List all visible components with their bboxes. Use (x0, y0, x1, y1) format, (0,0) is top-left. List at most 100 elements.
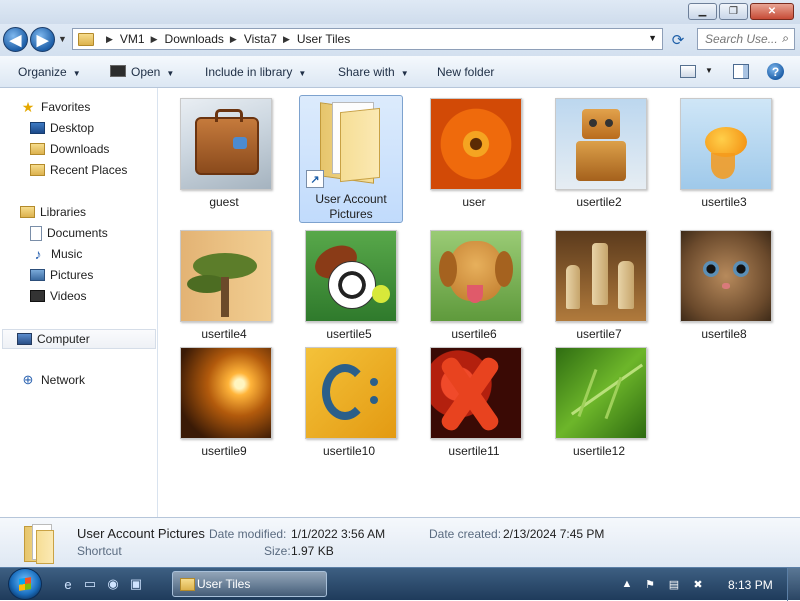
date-modified-label: Date modified: (209, 527, 287, 541)
open-button[interactable]: Open ▼ (110, 65, 174, 79)
date-created-value: 2/13/2024 7:45 PM (503, 527, 605, 541)
file-name: user (462, 195, 486, 209)
breadcrumb-vm1[interactable]: VM1 (120, 32, 145, 46)
organize-button[interactable]: Organize ▼ (18, 65, 81, 79)
search-input[interactable]: Search Use... ⌕ (697, 28, 795, 50)
recent-pages-dropdown[interactable]: ▼ (58, 34, 67, 44)
nav-recent-places[interactable]: Recent Places (30, 161, 127, 179)
shortcut-arrow-icon: ↗ (306, 170, 324, 188)
command-bar: Organize ▼ Open ▼ Include in library ▼ Shar… (0, 56, 800, 88)
chevron-right-icon[interactable]: ▶ (283, 34, 290, 45)
date-modified-value: 1/1/2022 3:56 AM (291, 527, 386, 541)
share-with-label: Share with (338, 65, 395, 79)
pictures-icon (30, 269, 45, 281)
nav-music[interactable]: ♪ Music (30, 245, 83, 263)
change-view-icon[interactable] (680, 65, 696, 78)
minimize-button[interactable]: ▁ (688, 3, 717, 20)
show-desktop-button[interactable] (787, 568, 800, 601)
usertile2-thumbnail (555, 98, 647, 190)
nav-label: Documents (47, 226, 108, 240)
open-label: Open (131, 65, 161, 79)
taskbar-clock[interactable]: 8:13 PM (728, 578, 773, 592)
file-name: usertile8 (701, 327, 747, 341)
internet-explorer-icon[interactable]: e (60, 576, 76, 592)
nav-label: Videos (50, 289, 87, 303)
new-folder-button[interactable]: New folder (437, 65, 494, 79)
chevron-right-icon[interactable]: ▶ (106, 34, 113, 45)
media-player-icon[interactable]: ◉ (105, 576, 121, 592)
start-button[interactable] (8, 568, 42, 600)
preview-pane-icon[interactable] (733, 64, 749, 79)
organize-label: Organize (18, 65, 67, 79)
file-item-selected[interactable]: ↗ User Account Pictures (299, 95, 403, 223)
nav-computer[interactable]: Computer (2, 329, 156, 349)
back-button[interactable]: ◀ (3, 27, 28, 52)
chevron-down-icon: ▼ (298, 69, 307, 78)
show-desktop-icon[interactable]: ▭ (82, 576, 98, 592)
volume-muted-icon[interactable]: ✖ (691, 577, 705, 591)
navigation-pane: ★ Favorites Desktop Downloads Recent Pla… (0, 88, 158, 517)
music-icon: ♪ (34, 246, 42, 262)
include-in-library-button[interactable]: Include in library ▼ (205, 65, 306, 79)
file-name: usertile2 (576, 195, 622, 209)
nav-pictures[interactable]: Pictures (30, 266, 93, 284)
nav-label: Recent Places (50, 163, 128, 177)
maximize-button[interactable]: ❐ (719, 3, 748, 20)
size-label: Size: (264, 544, 291, 558)
usertile10-thumbnail (305, 347, 397, 439)
new-folder-label: New folder (437, 65, 495, 79)
nav-downloads[interactable]: Downloads (30, 140, 109, 158)
usertile5-thumbnail (305, 230, 397, 322)
nav-label: Favorites (41, 100, 91, 114)
arrow-left-icon: ◀ (9, 31, 22, 49)
help-icon[interactable]: ? (767, 63, 784, 80)
videos-icon (30, 290, 45, 302)
show-hidden-icons[interactable]: ▲ (620, 577, 634, 591)
chevron-down-icon: ▼ (400, 69, 409, 78)
network-status-icon[interactable]: ▤ (667, 577, 681, 591)
usertile7-thumbnail (555, 230, 647, 322)
action-center-flag-icon[interactable]: ⚑ (643, 577, 657, 591)
computer-icon (17, 333, 32, 345)
folder-icon (180, 578, 195, 591)
refresh-button[interactable]: ⟳ (668, 30, 688, 50)
address-bar[interactable]: ▶ VM1 ▶ Downloads ▶ Vista7 ▶ User Tiles … (72, 28, 663, 50)
file-name: guest (209, 195, 239, 209)
forward-button[interactable]: ▶ (30, 27, 55, 52)
file-name: User Account Pictures (315, 192, 387, 221)
date-created-label: Date created: (429, 527, 502, 541)
file-list: guest ↗ User Account Pictures user usert… (159, 88, 800, 517)
recent-places-icon (30, 164, 45, 176)
nav-label: Music (51, 247, 83, 261)
usertile9-thumbnail (180, 347, 272, 439)
search-icon[interactable]: ⌕ (782, 31, 789, 46)
switch-windows-icon[interactable]: ▣ (128, 576, 144, 592)
nav-libraries[interactable]: Libraries (20, 203, 86, 221)
address-history-dropdown[interactable]: ▼ (648, 33, 657, 43)
share-with-button[interactable]: Share with ▼ (338, 65, 409, 79)
file-name: usertile9 (201, 444, 247, 458)
close-button[interactable]: ✕ (750, 3, 794, 20)
libraries-icon (20, 206, 35, 218)
documents-icon (30, 225, 42, 241)
downloads-folder-icon (30, 143, 45, 155)
file-name: usertile5 (326, 327, 372, 341)
view-options-dropdown[interactable]: ▼ (705, 66, 713, 75)
taskbar-item-user-tiles[interactable]: User Tiles (172, 571, 327, 597)
chevron-down-icon: ▼ (166, 69, 175, 78)
nav-desktop[interactable]: Desktop (30, 119, 94, 137)
breadcrumb-user-tiles[interactable]: User Tiles (297, 32, 350, 46)
chevron-right-icon[interactable]: ▶ (230, 34, 237, 45)
breadcrumb-vista7[interactable]: Vista7 (244, 32, 277, 46)
details-name: User Account Pictures (77, 526, 205, 541)
selected-folder-icon (22, 522, 54, 564)
breadcrumb-downloads[interactable]: Downloads (165, 32, 224, 46)
nav-favorites[interactable]: ★ Favorites (20, 98, 91, 116)
nav-network[interactable]: ⊕ Network (20, 371, 85, 389)
nav-documents[interactable]: Documents (30, 224, 108, 242)
chevron-right-icon[interactable]: ▶ (151, 34, 158, 45)
nav-videos[interactable]: Videos (30, 287, 86, 305)
file-name: usertile3 (701, 195, 747, 209)
include-in-library-label: Include in library (205, 65, 293, 79)
chevron-down-icon: ▼ (72, 69, 81, 78)
